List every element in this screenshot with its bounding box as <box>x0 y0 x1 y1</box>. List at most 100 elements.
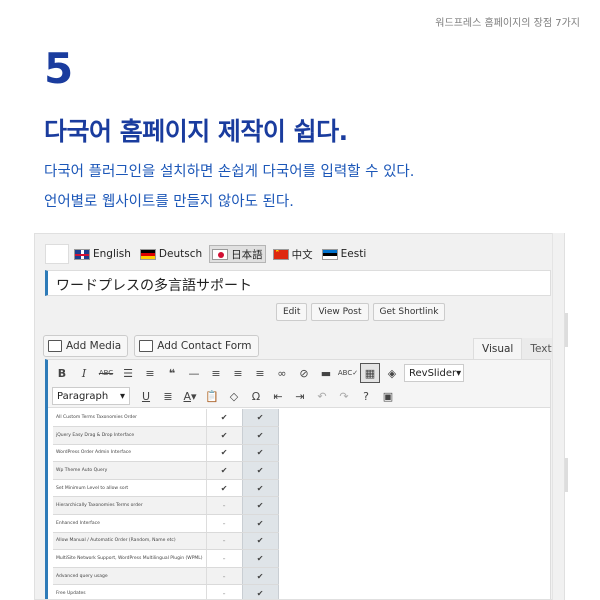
add-media-button[interactable]: Add Media <box>43 335 129 357</box>
section-number: 5 <box>44 44 74 93</box>
language-label: Eesti <box>340 248 367 260</box>
feature-cell: Advanced query usage <box>53 567 207 586</box>
outdent-icon[interactable]: ⇤ <box>268 386 288 406</box>
table-row: Enhanced Interface - ✔ <box>53 514 279 533</box>
pro-cell: ✔ <box>241 549 279 568</box>
pro-cell: ✔ <box>241 567 279 586</box>
free-cell: - <box>205 532 243 551</box>
align-center-icon[interactable]: ≡ <box>228 363 248 383</box>
pro-cell: ✔ <box>241 532 279 551</box>
language-switcher-handle[interactable] <box>45 244 69 264</box>
insert-image-icon[interactable]: ▣ <box>378 386 398 406</box>
language-switcher: English Deutsch 日本語 中文 Eesti <box>45 244 373 264</box>
fullscreen-icon[interactable]: ▦ <box>360 363 380 383</box>
pro-cell: ✔ <box>241 426 279 445</box>
estonia-flag-icon <box>321 248 338 260</box>
media-icon <box>48 340 62 352</box>
sidebar-panel-edge <box>565 313 568 347</box>
undo-icon[interactable]: ↶ <box>312 386 332 406</box>
sidebar-panel-edge <box>565 458 568 492</box>
link-icon[interactable]: ∞ <box>272 363 292 383</box>
horizontal-rule-icon[interactable]: — <box>184 363 204 383</box>
japan-flag-icon <box>212 248 229 260</box>
align-left-icon[interactable]: ≡ <box>206 363 226 383</box>
read-more-icon[interactable]: ▬ <box>316 363 336 383</box>
unlink-icon[interactable]: ⊘ <box>294 363 314 383</box>
editor-mode-tabs: Visual Text <box>473 338 560 359</box>
format-label: Paragraph <box>57 390 109 402</box>
right-sidebar-edge <box>552 233 568 600</box>
justify-icon[interactable]: ≣ <box>158 386 178 406</box>
clear-formatting-icon[interactable]: ◇ <box>224 386 244 406</box>
china-flag-icon <box>272 248 289 260</box>
underline-icon[interactable]: U <box>136 386 156 406</box>
feature-cell: MultiSite Network Support, WordPress Mul… <box>53 549 207 568</box>
view-post-button[interactable]: View Post <box>311 303 369 321</box>
feature-cell: jQuery Easy Drag & Drop Interface <box>53 426 207 445</box>
align-right-icon[interactable]: ≡ <box>250 363 270 383</box>
language-tab-japanese[interactable]: 日本語 <box>209 245 266 263</box>
feature-cell: All Custom Terms Taxonomies Order <box>53 409 207 428</box>
german-flag-icon <box>139 248 156 260</box>
description-line-2: 언어별로 웹사이트를 만들지 않아도 된다. <box>44 194 294 210</box>
feature-cell: Allow Manual / Automatic Order (Random, … <box>53 532 207 551</box>
post-title-input[interactable]: ワードプレスの多言語サポート <box>45 270 551 296</box>
numbered-list-icon[interactable]: ≡ <box>140 363 160 383</box>
language-tab-deutsch[interactable]: Deutsch <box>138 245 204 263</box>
revslider-select[interactable]: RevSlider ▾ <box>404 364 464 382</box>
table-row: Set Minimum Level to allow sort ✔ ✔ <box>53 479 279 498</box>
spellcheck-icon[interactable]: ABC✓ <box>338 363 358 383</box>
editor-content[interactable]: All Custom Terms Taxonomies Order ✔ ✔ jQuer… <box>48 409 550 599</box>
special-character-icon[interactable]: Ω <box>246 386 266 406</box>
headline: 다국어 홈페이지 제작이 쉽다. <box>44 117 348 146</box>
editor-toolbar: B I ABC ☰ ≡ ❝ — ≡ ≡ ≡ ∞ ⊘ ▬ ABC✓ ▦ ◈ Rev… <box>48 360 550 408</box>
free-cell: ✔ <box>205 461 243 480</box>
blockquote-icon[interactable]: ❝ <box>162 363 182 383</box>
edit-permalink-button[interactable]: Edit <box>276 303 308 321</box>
bullet-list-icon[interactable]: ☰ <box>118 363 138 383</box>
contact-form-icon <box>139 340 154 352</box>
italic-icon[interactable]: I <box>74 363 94 383</box>
paste-text-icon[interactable]: 📋 <box>202 386 222 406</box>
indent-icon[interactable]: ⇥ <box>290 386 310 406</box>
language-tab-chinese[interactable]: 中文 <box>271 245 315 263</box>
revslider-label: RevSlider <box>409 367 457 379</box>
help-icon[interactable]: ? <box>356 386 376 406</box>
post-editor: B I ABC ☰ ≡ ❝ — ≡ ≡ ≡ ∞ ⊘ ▬ ABC✓ ▦ ◈ Rev… <box>45 359 551 599</box>
get-shortlink-button[interactable]: Get Shortlink <box>372 303 446 321</box>
pro-cell: ✔ <box>241 461 279 480</box>
series-title: 워드프레스 홈페이지의 장점 7가지 <box>435 18 580 29</box>
bold-icon[interactable]: B <box>52 363 72 383</box>
free-cell: ✔ <box>205 409 243 428</box>
text-color-icon[interactable]: A ▾ <box>180 386 200 406</box>
pro-cell: ✔ <box>241 584 279 599</box>
free-cell: - <box>205 584 243 599</box>
language-label: 日本語 <box>231 248 263 261</box>
language-tab-english[interactable]: English <box>72 245 133 263</box>
redo-icon[interactable]: ↷ <box>334 386 354 406</box>
language-label: English <box>93 248 131 260</box>
free-cell: - <box>205 514 243 533</box>
free-cell: ✔ <box>205 479 243 498</box>
wordpress-editor-screenshot: English Deutsch 日本語 中文 Eesti ワードプレスの多言語サ… <box>34 233 565 600</box>
add-media-label: Add Media <box>66 340 122 352</box>
feature-cell: WordPress Order Admin Interface <box>53 444 207 463</box>
language-tab-estonian[interactable]: Eesti <box>320 245 369 263</box>
permalink-actions: Edit View Post Get Shortlink <box>276 303 449 321</box>
free-cell: ✔ <box>205 426 243 445</box>
feature-comparison-table: All Custom Terms Taxonomies Order ✔ ✔ jQuer… <box>53 409 279 599</box>
format-select[interactable]: Paragraph ▾ <box>52 387 130 405</box>
add-contact-form-button[interactable]: Add Contact Form <box>134 335 259 357</box>
toolbar-row-1: B I ABC ☰ ≡ ❝ — ≡ ≡ ≡ ∞ ⊘ ▬ ABC✓ ▦ ◈ Rev… <box>52 362 470 384</box>
table-row: Allow Manual / Automatic Order (Random, … <box>53 532 279 551</box>
table-row: Free Updates - ✔ <box>53 584 279 599</box>
free-cell: - <box>205 549 243 568</box>
strikethrough-icon[interactable]: ABC <box>96 363 116 383</box>
language-label: Deutsch <box>158 248 203 260</box>
feature-cell: Enhanced Interface <box>53 514 207 533</box>
layers-icon[interactable]: ◈ <box>382 363 402 383</box>
pro-cell: ✔ <box>241 514 279 533</box>
table-row: jQuery Easy Drag & Drop Interface ✔ ✔ <box>53 426 279 445</box>
feature-cell: Hierarchically Taxonomies Terms order <box>53 496 207 516</box>
tab-visual[interactable]: Visual <box>473 338 523 359</box>
